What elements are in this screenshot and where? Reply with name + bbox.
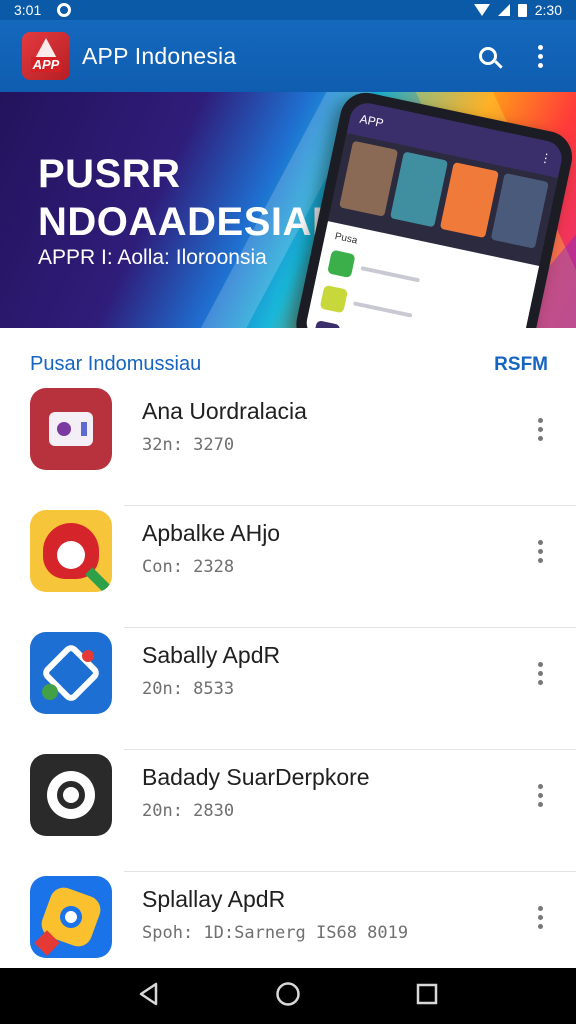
app-logo-text: APP bbox=[30, 57, 62, 72]
banner-title: PUSRR NDOAADESIAII bbox=[38, 150, 335, 246]
gear-app-icon bbox=[30, 876, 112, 958]
recents-button[interactable] bbox=[416, 983, 438, 1010]
app-subtitle: 20n: 8533 bbox=[142, 679, 235, 699]
section-action-button[interactable]: RSFM bbox=[494, 354, 548, 376]
list-item[interactable]: Ana Uordralacia 32n: 3270 bbox=[0, 384, 576, 506]
status-time-left: 3:01 bbox=[14, 2, 42, 18]
home-icon bbox=[276, 981, 300, 1006]
navigation-app-icon bbox=[30, 632, 112, 714]
item-more-button[interactable] bbox=[530, 902, 550, 932]
app-list: Ana Uordralacia 32n: 3270 Apbalke AHjo C… bbox=[0, 384, 576, 994]
app-subtitle: 20n: 2830 bbox=[142, 801, 235, 821]
list-item[interactable]: Apbalke AHjo Con: 2328 bbox=[0, 506, 576, 628]
app-bar: APP APP Indonesia bbox=[0, 20, 576, 92]
home-button[interactable] bbox=[275, 981, 301, 1012]
search-button[interactable] bbox=[468, 36, 508, 76]
app-subtitle: Con: 2328 bbox=[142, 557, 235, 577]
app-name: Apbalke AHjo bbox=[142, 520, 281, 546]
app-name: Ana Uordralacia bbox=[142, 398, 307, 424]
app-subtitle: Spoh: 1D:Sarnerg IS68 8019 bbox=[142, 923, 409, 943]
ring-app-icon bbox=[30, 754, 112, 836]
app-subtitle: 32n: 3270 bbox=[142, 435, 235, 455]
section-header: Pusar Indomussiau RSFM bbox=[0, 328, 576, 388]
list-item[interactable]: Sabally ApdR 20n: 8533 bbox=[0, 628, 576, 750]
signal-icon bbox=[497, 4, 510, 16]
app-title: APP Indonesia bbox=[82, 42, 237, 69]
app-name: Splallay ApdR bbox=[142, 886, 286, 912]
item-more-button[interactable] bbox=[530, 780, 550, 810]
wifi-icon bbox=[473, 4, 490, 16]
battery-icon bbox=[517, 3, 527, 17]
recents-icon bbox=[417, 983, 438, 1004]
app-logo: APP bbox=[22, 32, 70, 80]
phone-header-label: APP bbox=[358, 111, 385, 131]
back-button[interactable] bbox=[138, 982, 160, 1011]
search-icon bbox=[479, 47, 497, 65]
status-time-right: 2:30 bbox=[534, 2, 562, 18]
banner-title-line2: NDOAADESIAII bbox=[38, 200, 336, 244]
item-more-button[interactable] bbox=[530, 536, 550, 566]
app-name: Badady SuarDerpkore bbox=[142, 764, 370, 790]
banner-subtitle: APPR I: Aolla: Iloroonsia bbox=[38, 246, 267, 269]
notification-icon bbox=[57, 3, 72, 17]
section-title: Pusar Indomussiau bbox=[30, 353, 202, 375]
status-bar: 3:01 2:30 bbox=[0, 0, 576, 20]
camera-app-icon bbox=[30, 388, 112, 470]
back-icon bbox=[139, 982, 157, 1005]
more-vert-icon bbox=[537, 44, 543, 68]
banner-title-line1: PUSRR bbox=[38, 152, 181, 196]
map-pin-app-icon bbox=[30, 510, 112, 592]
item-more-button[interactable] bbox=[530, 414, 550, 444]
promo-banner[interactable]: PUSRR NDOAADESIAII APPR I: Aolla: Iloroo… bbox=[0, 92, 576, 328]
list-item[interactable]: Badady SuarDerpkore 20n: 2830 bbox=[0, 750, 576, 872]
app-name: Sabally ApdR bbox=[142, 642, 281, 668]
system-nav-bar bbox=[0, 968, 576, 1024]
overflow-menu-button[interactable] bbox=[520, 36, 560, 76]
item-more-button[interactable] bbox=[530, 658, 550, 688]
